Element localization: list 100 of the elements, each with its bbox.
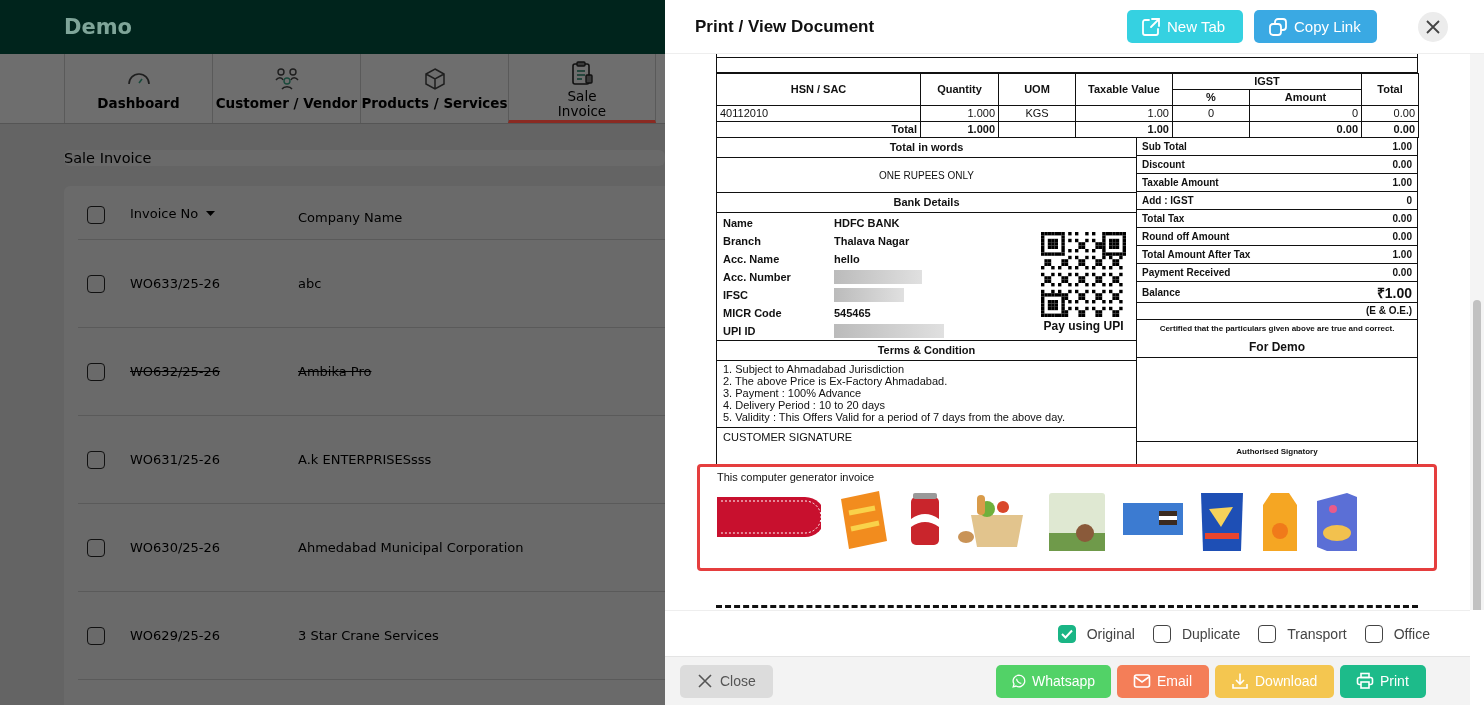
envelope-icon: [1133, 672, 1151, 690]
table-cell: 1.000: [920, 105, 999, 122]
close-button[interactable]: Close: [680, 664, 773, 698]
table-cell: KGS: [998, 105, 1076, 122]
checkbox[interactable]: [1057, 624, 1076, 643]
nav-tab[interactable]: Customer / Vendor: [212, 54, 360, 123]
field-value: hello: [834, 253, 860, 265]
column-header: %: [1172, 89, 1250, 106]
print-button[interactable]: Print: [1340, 664, 1426, 698]
terms-item: 1. Subject to Ahmadabad Jurisdiction: [723, 363, 905, 375]
table-cell: A.k ENTERPRISESsss: [298, 452, 432, 467]
summary-label: Taxable Amount: [1142, 177, 1219, 188]
summary-label: Discount: [1142, 159, 1185, 170]
table-cell: 1.00: [1075, 105, 1173, 122]
table-cell: 1.00: [1075, 121, 1173, 138]
close-icon: [696, 672, 714, 690]
summary-value: 0.00: [1392, 159, 1412, 170]
external-link-icon: [1141, 16, 1161, 37]
scrollbar-thumb[interactable]: [1473, 300, 1481, 610]
table-cell: 0: [1172, 105, 1250, 122]
download-icon: [1231, 672, 1249, 690]
field-label: MICR Code: [723, 307, 783, 319]
signatory-label: Authorised Signatory: [1236, 447, 1318, 456]
column-header: Total: [1361, 73, 1419, 106]
checkbox[interactable]: [87, 626, 105, 645]
table-cell-text: WO632/25-26: [130, 364, 222, 379]
clipboard-icon: [569, 61, 595, 85]
summary-label: Payment Received: [1142, 267, 1231, 278]
table-cell: abc: [298, 276, 322, 291]
table-cell: 0.00: [1361, 105, 1419, 122]
certification-text: Certified that the particulars given above are true and correct.: [1158, 324, 1396, 333]
people-icon: [273, 66, 300, 91]
checkbox[interactable]: [1152, 624, 1171, 643]
email-button[interactable]: Email: [1117, 664, 1209, 698]
table-cell-text: WO631/25-26: [130, 452, 222, 467]
table-cell: Total: [716, 121, 921, 138]
copy-link-button[interactable]: Copy Link: [1254, 10, 1377, 43]
checkbox[interactable]: [87, 362, 105, 381]
checkbox[interactable]: [87, 450, 105, 469]
field-value: Thalava Nagar: [834, 235, 910, 247]
field-value: HDFC BANK: [834, 217, 900, 229]
checkbox-label: Office: [1393, 625, 1430, 642]
table-cell: 3 Star Crane Services: [298, 628, 439, 643]
table-cell-text: WO629/25-26: [130, 628, 222, 643]
summary-label: Total Tax: [1142, 213, 1185, 224]
copy-icon: [1268, 16, 1288, 37]
table-cell: 0.00: [1361, 121, 1419, 138]
nav-tab[interactable]: Dashboard: [64, 54, 212, 123]
summary-value: 0.00: [1392, 213, 1412, 224]
field-label: Acc. Number: [723, 271, 792, 283]
summary-value: 0: [1406, 195, 1412, 206]
column-header: Taxable Value: [1075, 73, 1173, 106]
eoe-note: (E & O.E.): [1365, 305, 1412, 316]
summary-label: Sub Total: [1142, 141, 1187, 152]
amount-in-words: ONE RUPEES ONLY: [879, 169, 974, 181]
summary-value: 0.00: [1392, 231, 1412, 242]
field-label: UPI ID: [723, 325, 757, 337]
table-cell: 40112010: [716, 105, 921, 122]
drawer-title: Print / View Document: [695, 16, 876, 37]
terms-item: 3. Payment : 100% Advance: [723, 387, 863, 399]
column-header: UOM: [998, 73, 1076, 106]
summary-label: Total Amount After Tax: [1142, 249, 1251, 260]
table-cell: Ambika Pro: [298, 364, 372, 379]
field-label: Acc. Name: [723, 253, 781, 265]
summary-label: Balance: [1142, 286, 1181, 298]
page-title: Sale Invoice: [64, 150, 153, 166]
summary-value: 1.00: [1392, 177, 1412, 188]
signature-label: CUSTOMER SIGNATURE: [723, 431, 853, 443]
summary-value: 1.00: [1392, 141, 1412, 152]
footer-note: This computer generator invoice: [717, 471, 876, 483]
table-cell: 1.000: [920, 121, 999, 138]
chat-bubble-icon: [1012, 672, 1026, 690]
field-value: 545465: [834, 307, 871, 319]
nav-tab[interactable]: Products / Services: [360, 54, 508, 123]
column-header[interactable]: Invoice No: [130, 206, 199, 221]
close-button[interactable]: [1418, 11, 1448, 42]
table-cell-text: WO633/25-26: [130, 276, 222, 291]
section-heading: Terms & Condition: [717, 341, 1136, 361]
checkbox[interactable]: [87, 538, 105, 557]
checkbox[interactable]: [1258, 624, 1277, 643]
summary-value: 0.00: [1392, 267, 1412, 278]
column-header: IGST: [1172, 73, 1362, 90]
balance-value: ₹1.00: [1376, 283, 1412, 302]
checkbox-label: Transport: [1287, 625, 1347, 642]
app-title: Demo: [64, 15, 132, 39]
checkbox-label: Original: [1086, 625, 1135, 642]
column-header: Quantity: [920, 73, 999, 106]
checkbox[interactable]: [87, 206, 105, 224]
field-label: IFSC: [723, 289, 750, 301]
checkbox[interactable]: [1364, 624, 1383, 643]
checkbox-label: Duplicate: [1181, 625, 1241, 642]
terms-item: 4. Delivery Period : 10 to 20 days: [723, 399, 887, 411]
nav-tab[interactable]: Sale Invoice: [508, 54, 656, 123]
qr-caption: Pay using UPI: [1043, 319, 1124, 333]
section-heading: Total in words: [717, 138, 1136, 158]
summary-label: Add : IGST: [1142, 195, 1194, 206]
scrollbar[interactable]: [1470, 54, 1484, 610]
checkbox[interactable]: [87, 274, 105, 293]
whatsapp-button[interactable]: Whatsapp: [996, 664, 1111, 698]
column-header[interactable]: Company Name: [298, 210, 403, 225]
